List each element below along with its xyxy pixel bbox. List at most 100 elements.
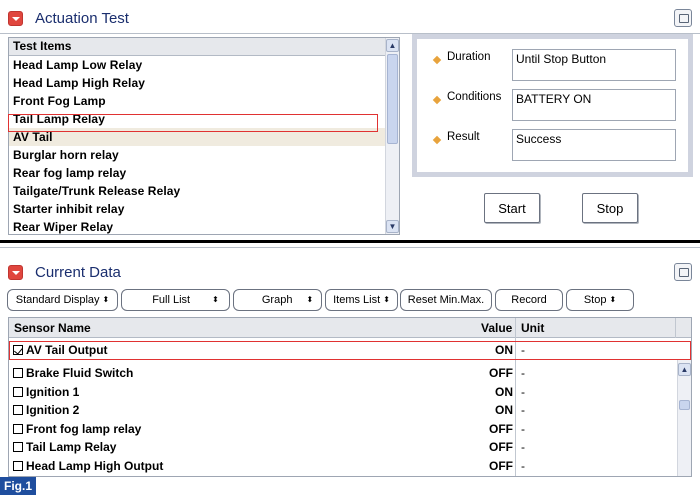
updown-arrows-icon: ⬍	[383, 295, 390, 304]
scroll-down-icon[interactable]: ▼	[386, 220, 399, 233]
standard-display-label: Standard Display	[15, 294, 100, 306]
test-item-starter-inhibit[interactable]: Starter inhibit relay	[9, 200, 387, 218]
sensor-unit: -	[521, 421, 525, 436]
checkbox[interactable]	[13, 386, 23, 397]
full-list-label: Full List	[152, 294, 191, 306]
sensor-table-scrollbar[interactable]: ▲	[677, 360, 691, 476]
result-value: Success	[512, 129, 676, 161]
test-item-front-fog[interactable]: Front Fog Lamp	[9, 92, 387, 110]
updown-arrows-icon: ⬍	[212, 295, 219, 304]
sensor-value: ON	[495, 343, 513, 357]
stop-select[interactable]: Stop ⬍	[566, 289, 634, 311]
reset-minmax-label: Reset Min.Max.	[407, 294, 485, 306]
checkbox[interactable]	[13, 368, 23, 378]
reset-minmax-button[interactable]: Reset Min.Max.	[400, 289, 492, 311]
col-value: Value	[481, 321, 513, 335]
result-label: Result	[447, 131, 480, 143]
scroll-up-icon[interactable]: ▲	[386, 39, 399, 52]
sensor-name: Head Lamp High Output	[26, 458, 164, 473]
updown-arrows-icon: ⬍	[102, 295, 110, 304]
sensor-unit: -	[521, 440, 525, 454]
bullet-icon	[432, 55, 442, 65]
sensor-name: Tail Lamp Relay	[26, 440, 117, 454]
checkbox-checked[interactable]	[13, 345, 23, 355]
sensor-row-brake-fluid[interactable]: Brake Fluid Switch OFF -	[9, 364, 677, 383]
sensor-unit: -	[521, 403, 525, 417]
sensor-name: Ignition 2	[26, 403, 80, 417]
sensor-row-av-tail-output[interactable]: AV Tail Output ON -	[9, 341, 677, 360]
collapse-icon[interactable]	[8, 10, 23, 26]
sensor-name: AV Tail Output	[26, 343, 108, 357]
test-item-tail-lamp-relay[interactable]: Tail Lamp Relay	[9, 110, 387, 128]
scroll-thumb[interactable]	[679, 400, 690, 410]
col-unit: Unit	[521, 321, 545, 335]
test-item-rear-wiper[interactable]: Rear Wiper Relay	[9, 218, 387, 234]
checkbox[interactable]	[13, 460, 23, 471]
sensor-value: OFF	[489, 366, 513, 380]
sensor-value: OFF	[489, 440, 513, 454]
record-label: Record	[511, 294, 547, 306]
test-item-head-lamp-low[interactable]: Head Lamp Low Relay	[9, 56, 387, 74]
test-list-scrollbar[interactable]: ▲ ▼	[385, 38, 399, 234]
sensor-unit: -	[521, 458, 525, 473]
conditions-value: BATTERY ON	[512, 89, 676, 121]
bullet-icon	[432, 95, 442, 105]
section-divider	[0, 240, 700, 243]
collapse-icon[interactable]	[8, 264, 23, 280]
standard-display-select[interactable]: Standard Display ⬍	[7, 289, 118, 311]
actuation-test-title: Actuation Test	[35, 9, 129, 27]
start-button[interactable]: Start	[484, 193, 540, 223]
sensor-value: OFF	[489, 421, 513, 436]
checkbox[interactable]	[13, 442, 23, 452]
test-item-av-tail[interactable]: AV Tail	[9, 128, 387, 146]
col-sensor-name: Sensor Name	[14, 321, 91, 335]
duration-label: Duration	[447, 51, 491, 63]
items-list-select[interactable]: Items List ⬍	[325, 289, 398, 311]
test-info-panel: Duration Until Stop Button Conditions BA…	[412, 34, 693, 177]
updown-arrows-icon: ⬍	[609, 295, 617, 304]
sensor-unit: -	[521, 366, 525, 380]
maximize-icon[interactable]	[674, 9, 692, 27]
stop-select-label: Stop	[583, 294, 607, 306]
test-item-tailgate-release[interactable]: Tailgate/Trunk Release Relay	[9, 182, 387, 200]
test-item-rear-fog[interactable]: Rear fog lamp relay	[9, 164, 387, 182]
stop-button[interactable]: Stop	[582, 193, 638, 223]
figure-label: Fig.1	[0, 477, 36, 495]
sensor-name: Brake Fluid Switch	[26, 366, 134, 380]
test-items-header: Test Items	[9, 38, 399, 56]
graph-label: Graph	[261, 294, 293, 306]
actuation-test-header: Actuation Test	[0, 2, 700, 34]
sensor-value: ON	[495, 384, 513, 399]
column-separator	[675, 318, 676, 338]
sensor-row-ignition-2[interactable]: Ignition 2 ON -	[9, 401, 677, 420]
conditions-label: Conditions	[447, 91, 502, 103]
graph-select[interactable]: Graph ⬍	[233, 289, 322, 311]
maximize-icon[interactable]	[674, 263, 692, 281]
sensor-value: OFF	[489, 458, 513, 473]
checkbox[interactable]	[13, 405, 23, 415]
checkbox[interactable]	[13, 423, 23, 434]
sensor-data-table: Sensor Name Value Unit AV Tail Output ON…	[8, 317, 692, 477]
test-item-burglar-horn[interactable]: Burglar horn relay	[9, 146, 387, 164]
items-list-label: Items List	[333, 294, 381, 306]
result-row: Result Success	[417, 129, 688, 165]
sensor-unit: -	[521, 384, 525, 399]
sensor-table-header: Sensor Name Value Unit	[9, 318, 691, 338]
sensor-row-tail-lamp-relay[interactable]: Tail Lamp Relay OFF -	[9, 438, 677, 457]
test-item-head-lamp-high[interactable]: Head Lamp High Relay	[9, 74, 387, 92]
current-data-header: Current Data	[0, 256, 700, 288]
sensor-unit: -	[521, 343, 525, 357]
duration-row: Duration Until Stop Button	[417, 49, 688, 85]
sensor-row-ignition-1[interactable]: Ignition 1 ON -	[9, 383, 677, 402]
current-data-title: Current Data	[35, 263, 121, 281]
duration-value: Until Stop Button	[512, 49, 676, 81]
full-list-select[interactable]: Full List ⬍	[121, 289, 230, 311]
record-button[interactable]: Record	[495, 289, 563, 311]
scroll-up-icon[interactable]: ▲	[678, 363, 691, 376]
scroll-thumb[interactable]	[387, 54, 398, 144]
sensor-row-front-fog-relay[interactable]: Front fog lamp relay OFF -	[9, 420, 677, 439]
section-divider-thin	[0, 247, 700, 248]
sensor-name: Front fog lamp relay	[26, 421, 142, 436]
sensor-row-head-lamp-high-output[interactable]: Head Lamp High Output OFF -	[9, 457, 677, 476]
sensor-name: Ignition 1	[26, 384, 80, 399]
